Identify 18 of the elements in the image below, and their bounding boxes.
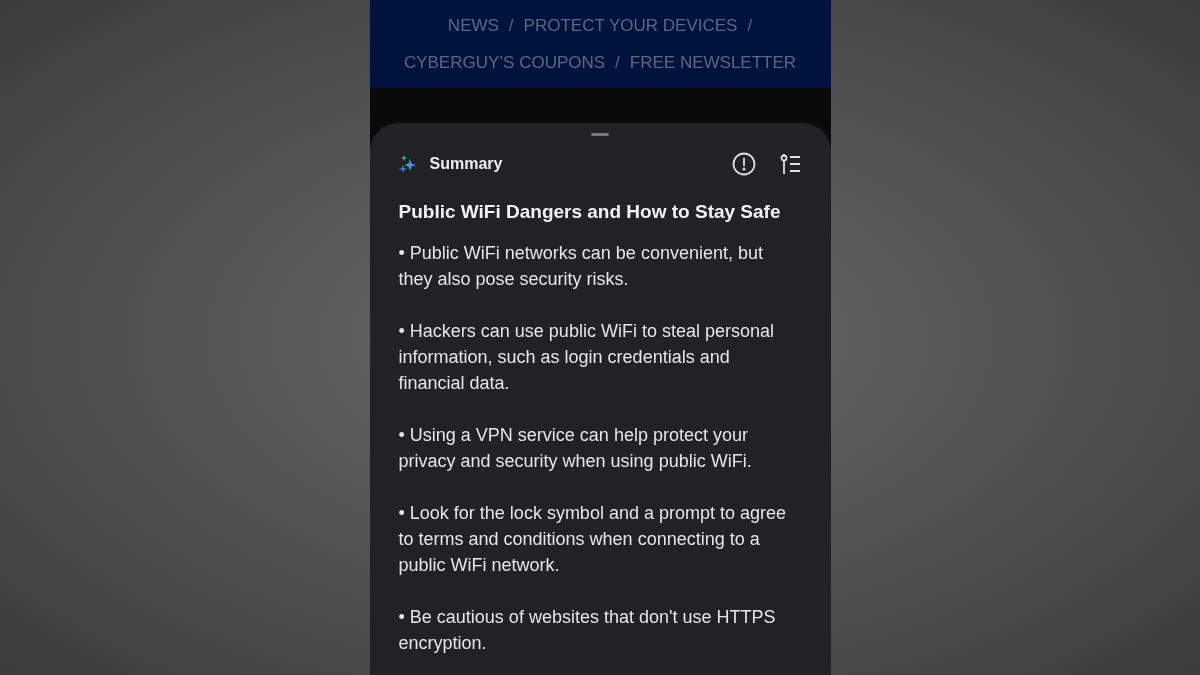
summary-bullet: • Be cautious of websites that don't use HTTPS encryption. bbox=[398, 606, 777, 655]
nav-link[interactable]: CYBERGUY’S COUPONS bbox=[403, 50, 606, 76]
nav-link[interactable]: PROTECT YOUR DEVICES bbox=[523, 12, 738, 38]
summary-bullet: • Look for the lock symbol and a prompt to agree to terms and conditions when connecting to a public WiFi network. bbox=[398, 502, 787, 577]
drag-handle[interactable] bbox=[591, 133, 609, 136]
summary-title: Public WiFi Dangers and How to Stay Safe bbox=[398, 200, 782, 224]
separator: / bbox=[508, 14, 514, 37]
summary-bullet: • Hackers can use public WiFi to steal personal information, such as login credentials and financial data. bbox=[398, 320, 775, 395]
settings-list-icon[interactable] bbox=[779, 153, 802, 175]
info-icon[interactable] bbox=[731, 152, 756, 176]
separator: / bbox=[747, 14, 753, 37]
nav-link[interactable]: FREE NEWSLETTER bbox=[629, 50, 797, 76]
summary-bullet: • Using a VPN service can help protect your privacy and security when using public WiFi. bbox=[398, 424, 753, 473]
nav-link[interactable]: NEWS bbox=[447, 12, 499, 38]
sparkle-icon bbox=[398, 155, 417, 173]
separator: / bbox=[615, 52, 620, 74]
summary-bullet: • Public WiFi networks can be convenient, but they also pose security risks. bbox=[398, 242, 764, 291]
panel-header: Summary bbox=[429, 154, 503, 174]
